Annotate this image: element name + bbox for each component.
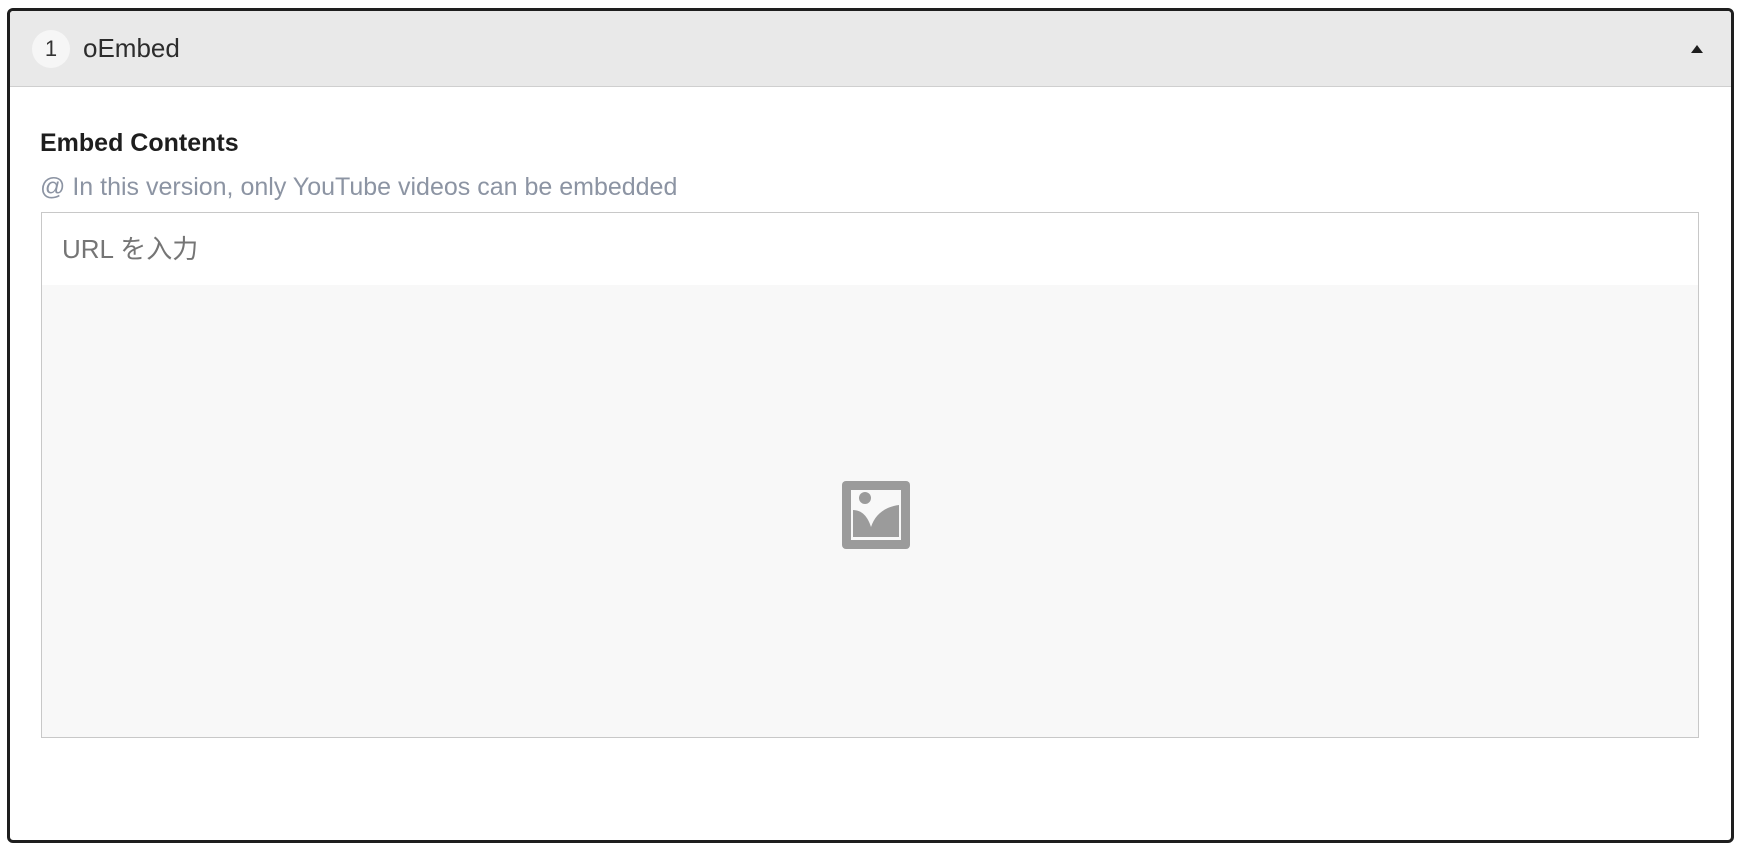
block-index-badge: 1	[32, 30, 70, 68]
field-label: Embed Contents	[40, 129, 239, 157]
embed-preview-area	[41, 285, 1699, 738]
triangle-up-icon	[1691, 45, 1703, 53]
panel-header[interactable]: 1 oEmbed	[10, 11, 1731, 87]
collapse-toggle-button[interactable]	[1683, 35, 1711, 63]
url-input[interactable]	[41, 212, 1699, 286]
panel-title: oEmbed	[83, 33, 180, 63]
oembed-panel: 1 oEmbed Embed Contents @ In this versio…	[7, 8, 1734, 843]
panel-body: Embed Contents @ In this version, only Y…	[10, 87, 1731, 840]
image-placeholder-icon	[842, 481, 910, 549]
field-help-text: @ In this version, only YouTube videos c…	[40, 173, 678, 201]
